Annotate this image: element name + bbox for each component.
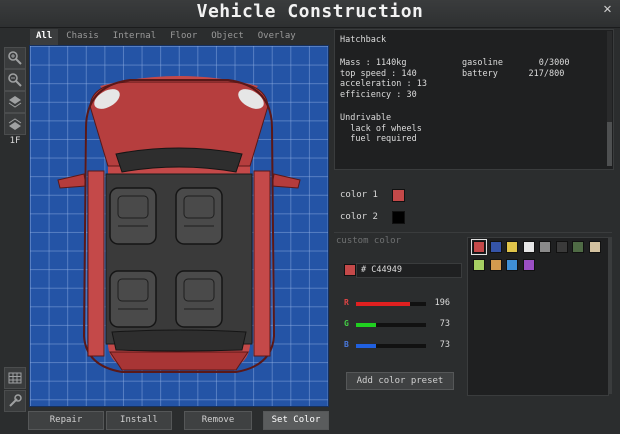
palette-swatch[interactable] (572, 241, 584, 253)
vehicle-status: Undrivable lack of wheels fuel required (340, 113, 422, 144)
tab-object[interactable]: Object (205, 29, 250, 45)
red-slider-fill (356, 302, 410, 306)
car-illustration (57, 76, 301, 373)
custom-color-label: custom color (336, 236, 402, 246)
info-scroll-thumb[interactable] (607, 122, 612, 166)
grid-icon[interactable] (4, 367, 26, 389)
title-bar: Vehicle Construction ✕ (0, 0, 620, 28)
layer-down-icon[interactable] (4, 113, 26, 135)
green-slider[interactable]: G 73 (344, 319, 456, 331)
add-color-preset-button[interactable]: Add color preset (346, 372, 454, 390)
close-icon[interactable]: ✕ (600, 2, 615, 17)
layer-up-icon[interactable] (4, 91, 26, 113)
vehicle-stats-left: Mass : 1140kg top speed : 140 accelerati… (340, 58, 427, 100)
custom-color-preview (344, 264, 356, 276)
tab-chasis[interactable]: Chasis (60, 29, 105, 45)
zoom-out-icon[interactable] (4, 69, 26, 91)
palette-scrollbar[interactable] (608, 237, 612, 394)
tab-floor[interactable]: Floor (164, 29, 203, 45)
set-color-button[interactable]: Set Color (263, 411, 329, 430)
category-tabs: All Chasis Internal Floor Object Overlay (30, 29, 304, 45)
palette-swatch[interactable] (588, 241, 601, 253)
color-2-label: color 2 (340, 212, 378, 222)
red-slider[interactable]: R 196 (344, 298, 456, 310)
palette-swatch[interactable] (522, 259, 535, 271)
hex-input[interactable]: # C44949 (356, 263, 462, 278)
color-1-label: color 1 (340, 190, 378, 200)
install-button[interactable]: Install (106, 411, 172, 430)
vehicle-stats-right: gasoline 0/3000 battery 217/800 (462, 58, 570, 79)
repair-button[interactable]: Repair (28, 411, 104, 430)
palette-swatch[interactable] (471, 239, 487, 255)
palette-swatch[interactable] (539, 241, 551, 253)
vehicle-canvas[interactable] (29, 45, 329, 407)
color-palette (467, 237, 609, 396)
blue-slider-track[interactable] (356, 344, 426, 348)
blue-slider[interactable]: B 73 (344, 340, 456, 352)
palette-swatch[interactable] (473, 259, 485, 271)
floor-label: 1F (9, 136, 21, 146)
tab-internal[interactable]: Internal (107, 29, 162, 45)
palette-swatch[interactable] (506, 259, 518, 271)
color-1-row[interactable]: color 1 (340, 188, 405, 202)
window-title: Vehicle Construction (196, 1, 424, 22)
palette-swatch[interactable] (522, 241, 535, 253)
color-1-swatch[interactable] (391, 188, 405, 202)
zoom-in-icon[interactable] (4, 47, 26, 69)
green-slider-track[interactable] (356, 323, 426, 327)
tab-overlay[interactable]: Overlay (252, 29, 302, 45)
green-slider-fill (356, 323, 376, 327)
palette-swatch[interactable] (489, 259, 502, 271)
palette-swatch[interactable] (506, 241, 518, 253)
blue-slider-letter: B (344, 340, 349, 349)
blue-slider-fill (356, 344, 376, 348)
wrench-icon[interactable] (4, 390, 26, 412)
green-slider-letter: G (344, 319, 349, 328)
red-slider-track[interactable] (356, 302, 426, 306)
vehicle-name: Hatchback (340, 35, 387, 45)
remove-button[interactable]: Remove (184, 411, 252, 430)
palette-swatch[interactable] (555, 241, 568, 253)
palette-swatch[interactable] (489, 241, 502, 253)
red-slider-letter: R (344, 298, 349, 307)
green-value: 73 (439, 319, 450, 329)
color-2-swatch[interactable] (391, 210, 405, 224)
blue-value: 73 (439, 340, 450, 350)
color-2-row[interactable]: color 2 (340, 210, 405, 224)
tab-all[interactable]: All (30, 29, 59, 45)
red-value: 196 (434, 298, 450, 308)
